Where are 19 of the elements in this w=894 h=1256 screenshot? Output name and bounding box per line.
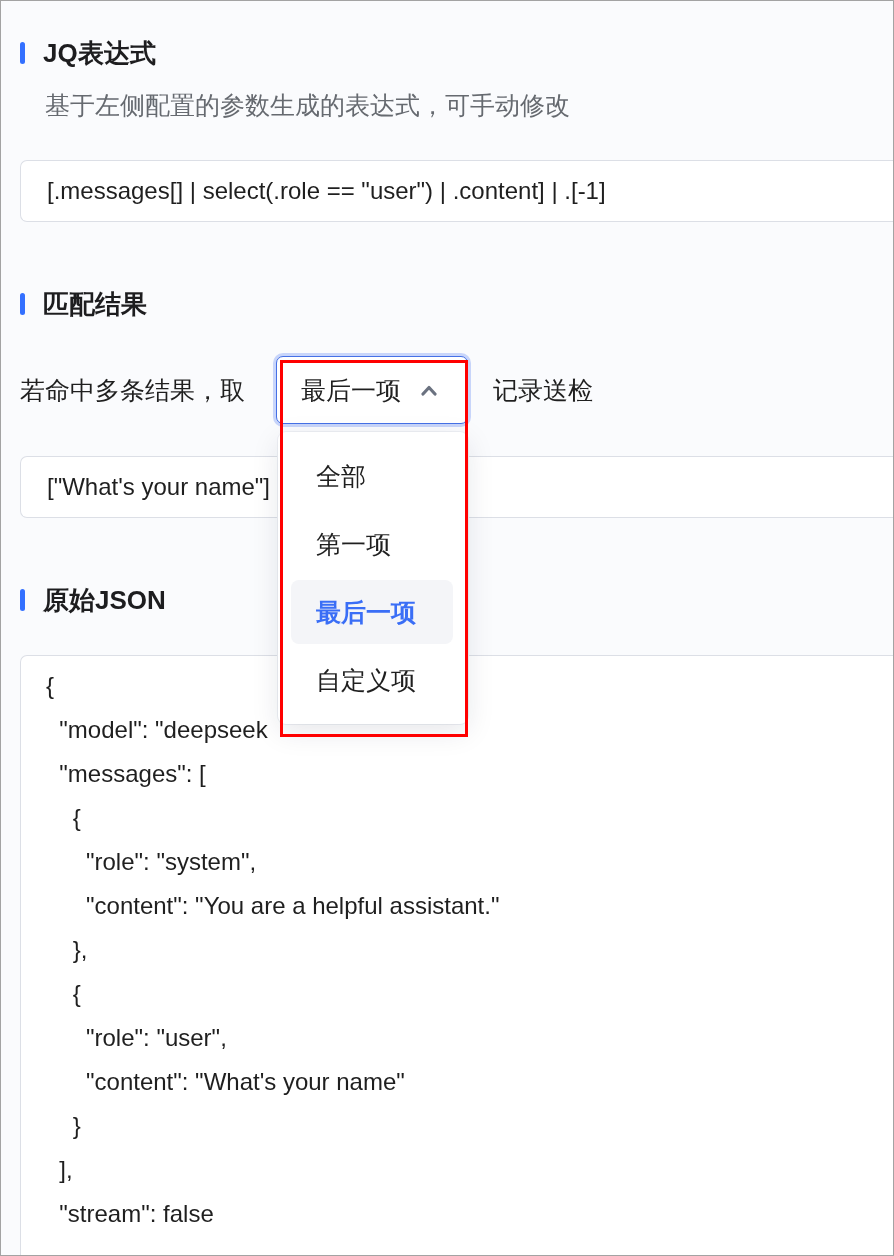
code-line: "content": "What's your name"	[85, 1067, 405, 1097]
code-line: "role": "user",	[85, 1023, 227, 1053]
code-line: "role": "system",	[85, 847, 257, 877]
code-line: {	[71, 979, 81, 1009]
code-line: {	[71, 803, 81, 833]
section-title: 匹配结果	[43, 288, 147, 320]
code-line: "messages": [	[58, 759, 206, 789]
code-line: },	[71, 935, 88, 965]
section-title: JQ表达式	[43, 37, 156, 69]
code-line: {	[46, 671, 54, 701]
section-description: 基于左侧配置的参数生成的表达式，可手动修改	[45, 90, 570, 120]
code-line: "content": "You are a helpful assistant."	[85, 891, 500, 921]
field-label: 记录送检	[493, 375, 593, 406]
field-label: 若命中多条结果，取	[20, 375, 245, 406]
code-line: "model": "deepseek	[58, 715, 268, 745]
section-title: 原始JSON	[43, 584, 166, 616]
code-line: ],	[58, 1155, 73, 1185]
code-line: }	[71, 1111, 81, 1141]
code-line: "stream": false	[58, 1199, 214, 1229]
